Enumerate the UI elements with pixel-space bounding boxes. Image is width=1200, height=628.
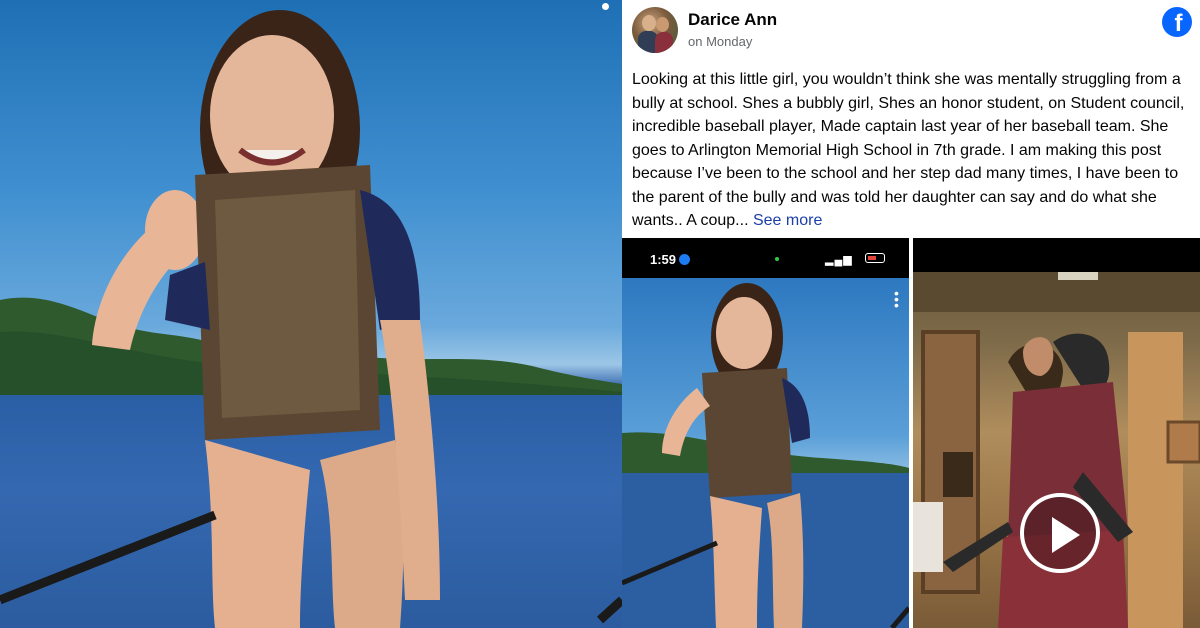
thumbnail-screenshot[interactable]: 1:59 ▂▄▆ • • • (622, 238, 909, 628)
room-scene-illustration (913, 272, 1200, 628)
battery-icon (865, 253, 885, 263)
post-text: Looking at this little girl, you wouldn’… (632, 71, 1185, 229)
thumbnail-video[interactable] (913, 238, 1200, 628)
play-icon (1052, 517, 1080, 553)
post-panel: Darice Ann on Monday f Looking at this l… (622, 0, 1200, 628)
carousel-indicator-dot (602, 3, 609, 10)
girl-figure-thumb-illustration (622, 283, 909, 628)
girl-figure-illustration (0, 10, 622, 628)
signal-wifi-icon: ▂▄▆ (825, 254, 853, 266)
post-body: Looking at this little girl, you wouldn’… (632, 68, 1190, 233)
phone-status-bar: 1:59 ▂▄▆ (622, 238, 909, 278)
privacy-indicator-icon (775, 257, 779, 261)
video-frame (913, 272, 1200, 628)
avatar[interactable] (632, 7, 678, 53)
more-options-icon[interactable]: • • • (894, 286, 899, 312)
author-name[interactable]: Darice Ann (688, 10, 777, 30)
thumbnail-photo (622, 278, 909, 628)
post-timestamp[interactable]: on Monday (688, 34, 752, 49)
play-button[interactable] (1020, 493, 1100, 573)
see-more-link[interactable]: See more (753, 212, 822, 229)
location-icon (679, 254, 691, 265)
status-clock: 1:59 (650, 252, 691, 267)
main-photo[interactable] (0, 0, 622, 628)
facebook-icon: f (1162, 7, 1192, 37)
